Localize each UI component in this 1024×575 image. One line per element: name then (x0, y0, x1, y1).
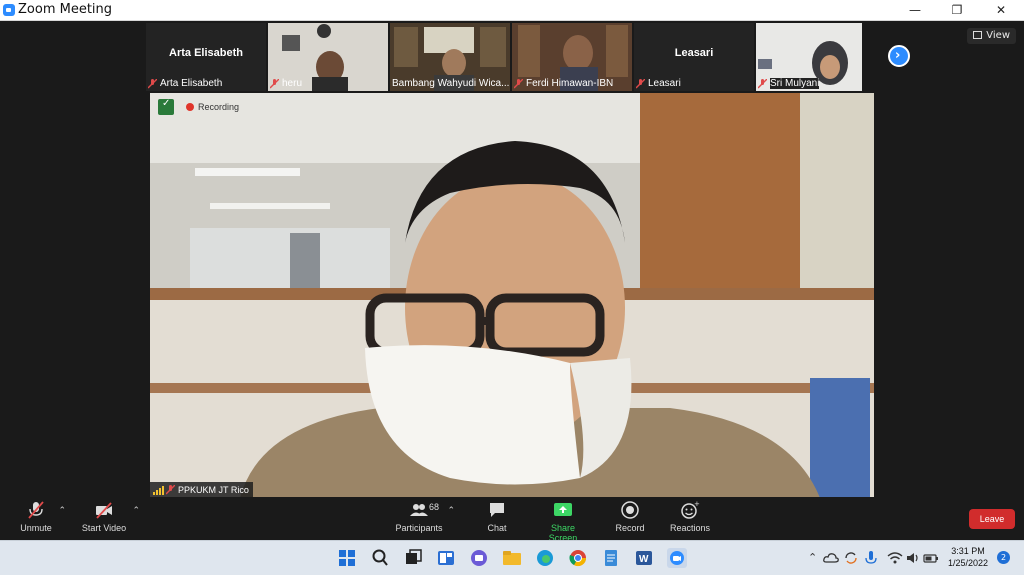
participant-label-text: Ferdi Himawan-IBN (526, 78, 614, 89)
chevron-up-icon[interactable]: ⌃ (447, 505, 455, 516)
start-video-label: Start Video (81, 523, 127, 533)
muted-mic-icon (636, 79, 645, 89)
teams-chat-icon[interactable] (468, 547, 490, 569)
participant-tile[interactable]: Ferdi Himawan-IBN (512, 23, 632, 91)
chat-label: Chat (487, 523, 507, 533)
restore-button[interactable]: ❐ (940, 0, 974, 21)
chevron-up-icon[interactable]: ⌃ (808, 551, 817, 564)
wifi-icon[interactable] (886, 549, 904, 567)
record-button[interactable]: Record (615, 500, 645, 533)
muted-mic-icon (758, 79, 767, 89)
zoom-app-icon[interactable] (666, 547, 688, 569)
windows-start-icon[interactable] (336, 547, 358, 569)
next-page-button[interactable]: › (888, 45, 910, 67)
participant-name: Leasari (674, 47, 714, 59)
muted-mic-icon (166, 485, 175, 495)
meeting-area: View Arta Elisabeth Arta Elisabeth heru (0, 21, 1024, 498)
notification-badge[interactable]: 2 (997, 551, 1010, 564)
start-video-button[interactable]: Start Video ⌃ (80, 500, 140, 533)
participant-label: Ferdi Himawan-IBN (514, 78, 613, 89)
participant-label: Arta Elisabeth (148, 78, 222, 89)
chevron-up-icon[interactable]: ⌃ (132, 505, 140, 516)
microphone-icon[interactable] (862, 549, 880, 567)
unmute-button[interactable]: Unmute ⌃ (18, 500, 66, 533)
share-screen-button[interactable]: Share Screen (536, 500, 590, 543)
participant-name: Arta Elisabeth (169, 47, 243, 59)
share-screen-icon (554, 503, 572, 516)
participant-label: Sri Mulyani (758, 78, 820, 89)
participant-label-text: Leasari (648, 78, 681, 89)
sync-icon[interactable] (842, 549, 860, 567)
chat-button[interactable]: Chat (485, 500, 509, 533)
participants-label: Participants (395, 523, 443, 533)
reactions-button[interactable]: + Reactions (670, 500, 710, 533)
meeting-toolbar: Unmute ⌃ Start Video ⌃ 68 Participants ⌃… (0, 497, 1024, 543)
recording-indicator: Recording (158, 98, 240, 115)
shield-icon[interactable] (158, 98, 174, 115)
widgets-icon[interactable] (435, 547, 457, 569)
participant-tile[interactable]: Sri Mulyani (756, 23, 862, 91)
window-title: Zoom Meeting (18, 2, 113, 17)
clock-time: 3:31 PM (951, 546, 985, 556)
battery-icon[interactable] (922, 549, 940, 567)
windows-taskbar: W ⌃ 3:31 PM 1/25/2022 2 (0, 540, 1024, 575)
volume-icon[interactable] (904, 549, 922, 567)
participant-label-text: heru (282, 78, 303, 89)
close-button[interactable]: ✕ (984, 0, 1018, 21)
participant-tile[interactable]: heru (268, 23, 388, 91)
participant-strip: Arta Elisabeth Arta Elisabeth heru Bamba… (146, 23, 874, 91)
chrome-browser-icon[interactable] (567, 547, 589, 569)
video-off-icon (96, 502, 112, 519)
search-icon[interactable] (369, 547, 391, 569)
speaker-name-text: PPKUKM JT Rico (178, 485, 249, 495)
word-icon[interactable]: W (633, 547, 655, 569)
task-view-icon[interactable] (402, 547, 424, 569)
participants-button[interactable]: 68 Participants ⌃ (395, 500, 455, 533)
chevron-up-icon[interactable]: ⌃ (58, 505, 66, 516)
participants-icon (410, 504, 428, 516)
muted-mic-icon (148, 79, 157, 89)
participant-label: heru (270, 78, 302, 89)
window-titlebar: Zoom Meeting — ❐ ✕ (0, 0, 1024, 21)
svg-text:+: + (694, 500, 700, 508)
system-clock[interactable]: 3:31 PM 1/25/2022 (948, 545, 988, 569)
grid-view-icon (973, 31, 983, 39)
leave-button[interactable]: Leave (969, 509, 1015, 529)
participant-tile[interactable]: Leasari Leasari (634, 23, 754, 91)
active-speaker-video: Recording PPKUKM JT Rico (150, 93, 874, 498)
view-button-label: View (986, 30, 1010, 41)
speaker-video-frame (150, 93, 874, 498)
participant-label-text: Arta Elisabeth (160, 78, 223, 89)
participant-label: Leasari (636, 78, 681, 89)
muted-mic-icon (28, 501, 44, 519)
muted-mic-icon (270, 79, 279, 89)
chevron-right-icon: › (895, 48, 901, 63)
file-explorer-icon[interactable] (501, 547, 523, 569)
notepad-icon[interactable] (600, 547, 622, 569)
participant-label-text: Sri Mulyani (770, 78, 820, 89)
edge-browser-icon[interactable] (534, 547, 556, 569)
muted-mic-icon (514, 79, 523, 89)
record-dot-icon (186, 103, 194, 111)
smiley-icon: + (681, 500, 700, 519)
record-icon (621, 501, 639, 519)
clock-date: 1/25/2022 (947, 558, 988, 568)
record-label: Record (615, 523, 645, 533)
participant-label-text: Bambang Wahyudi Wica... (392, 78, 510, 89)
participant-label: Bambang Wahyudi Wica... (392, 78, 509, 89)
zoom-logo-icon (3, 4, 15, 16)
recording-text: Recording (198, 102, 240, 112)
minimize-button[interactable]: — (898, 0, 932, 21)
unmute-label: Unmute (20, 523, 52, 533)
speaker-name-label: PPKUKM JT Rico (150, 482, 253, 498)
participants-count: 68 (429, 502, 440, 512)
view-button[interactable]: View (967, 28, 1016, 44)
signal-strength-icon (153, 486, 164, 495)
reactions-label: Reactions (670, 523, 711, 533)
cloud-icon[interactable] (822, 549, 840, 567)
participant-tile[interactable]: Bambang Wahyudi Wica... (390, 23, 510, 91)
participant-tile[interactable]: Arta Elisabeth Arta Elisabeth (146, 23, 266, 91)
svg-text:W: W (639, 554, 649, 565)
chat-icon (490, 503, 504, 517)
